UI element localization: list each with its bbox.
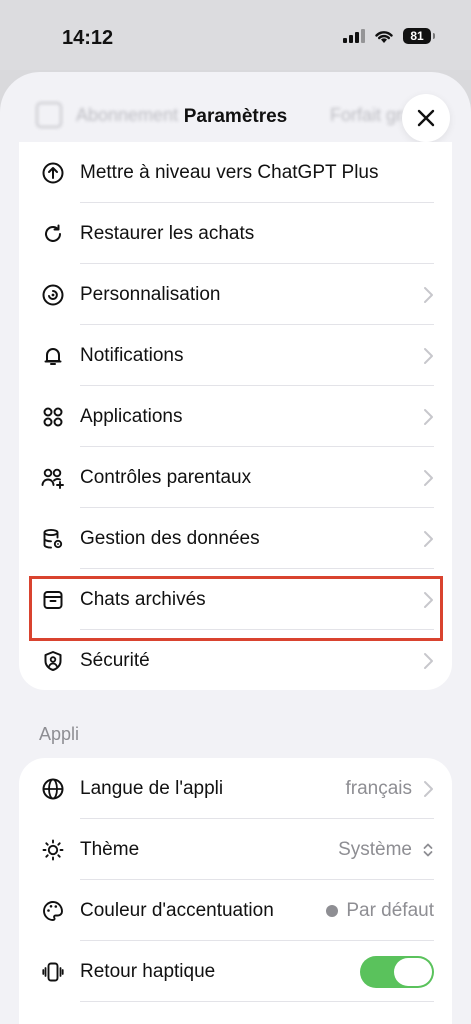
settings-item-accent-color[interactable]: Couleur d'accentuation Par défaut xyxy=(19,880,452,941)
settings-item-label: Couleur d'accentuation xyxy=(80,899,274,921)
language-value: français xyxy=(345,777,412,799)
highlight-box xyxy=(29,576,443,641)
globe-icon xyxy=(41,777,65,801)
settings-item-label: Gestion des données xyxy=(80,527,260,549)
close-button[interactable] xyxy=(402,94,450,142)
chevron-right-icon xyxy=(424,780,433,797)
wifi-icon xyxy=(375,30,393,43)
settings-item-label: Restaurer les achats xyxy=(80,222,255,244)
chevron-right-icon xyxy=(424,652,433,669)
settings-item-applications[interactable]: Applications xyxy=(19,386,452,447)
bell-icon xyxy=(41,344,65,368)
settings-item-haptic-feedback[interactable]: Retour haptique xyxy=(19,941,452,1002)
toggle-knob xyxy=(394,957,432,986)
settings-item-label: Mettre à niveau vers ChatGPT Plus xyxy=(80,161,379,183)
grid-icon xyxy=(41,405,65,429)
refresh-icon xyxy=(41,222,65,246)
chevron-right-icon xyxy=(424,408,433,425)
settings-item-label: Personnalisation xyxy=(80,283,221,305)
database-gear-icon xyxy=(41,527,65,551)
close-icon xyxy=(417,109,435,127)
settings-item-data-controls[interactable]: Gestion des données xyxy=(19,508,452,569)
accent-color-value: Par défaut xyxy=(346,899,434,921)
chevron-right-icon xyxy=(424,286,433,303)
palette-icon xyxy=(41,899,65,923)
haptic-toggle[interactable] xyxy=(360,955,434,988)
arrow-up-circle-icon xyxy=(41,161,65,185)
theme-value: Système xyxy=(338,838,412,860)
people-add-icon xyxy=(41,466,65,490)
settings-item-label: Applications xyxy=(80,405,183,427)
settings-item-label: Langue de l'appli xyxy=(80,777,224,799)
status-icons: 81 xyxy=(343,28,435,44)
settings-item-app-language[interactable]: Langue de l'appli français xyxy=(19,758,452,819)
cellular-signal-icon xyxy=(343,29,365,43)
status-bar: 14:12 81 xyxy=(0,0,471,70)
settings-sheet: Abonnement Forfait gratuit Paramètres Me… xyxy=(0,72,471,1024)
haptic-icon xyxy=(41,960,65,984)
personalization-icon xyxy=(41,283,65,307)
battery-icon: 81 xyxy=(403,28,435,44)
chevron-up-down-icon xyxy=(423,843,433,856)
accent-color-dot xyxy=(326,904,339,917)
section-header-app: Appli xyxy=(39,724,80,744)
shield-person-icon xyxy=(41,649,65,673)
settings-item-theme[interactable]: Thème Système xyxy=(19,819,452,880)
settings-item-label: Contrôles parentaux xyxy=(80,466,252,488)
settings-item-label: Sécurité xyxy=(80,649,150,671)
app-settings-card: Langue de l'appli français Thème Système… xyxy=(19,758,452,1024)
status-time: 14:12 xyxy=(62,27,114,49)
sheet-title: Paramètres xyxy=(183,106,288,127)
chevron-right-icon xyxy=(424,347,433,364)
settings-item-notifications[interactable]: Notifications xyxy=(19,325,452,386)
settings-item-upgrade[interactable]: Mettre à niveau vers ChatGPT Plus xyxy=(19,142,452,203)
settings-item-label: Retour haptique xyxy=(80,960,216,982)
chevron-right-icon xyxy=(424,530,433,547)
chevron-right-icon xyxy=(424,469,433,486)
settings-item-label: Notifications xyxy=(80,344,184,366)
settings-item-parental-controls[interactable]: Contrôles parentaux xyxy=(19,447,452,508)
settings-item-restore[interactable]: Restaurer les achats xyxy=(19,203,452,264)
divider xyxy=(80,1001,434,1002)
settings-item-label: Thème xyxy=(80,838,140,860)
settings-item-personalization[interactable]: Personnalisation xyxy=(19,264,452,325)
sun-icon xyxy=(41,838,65,862)
